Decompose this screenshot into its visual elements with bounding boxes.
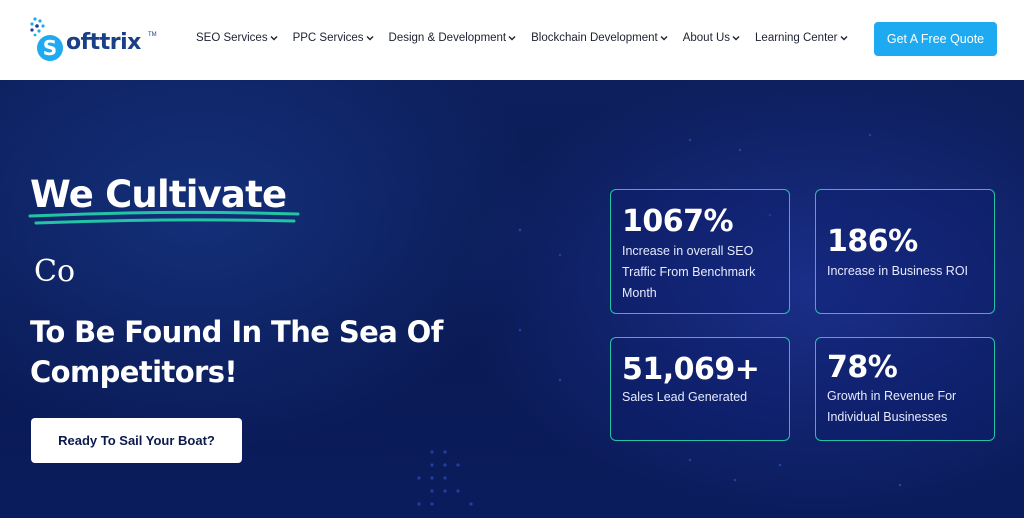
softtrix-logo[interactable]: S ofttrix TM	[28, 16, 158, 64]
chevron-down-icon	[732, 36, 740, 41]
nav-item-label: SEO Services	[196, 32, 268, 44]
logo-wordmark: ofttrix	[66, 30, 141, 55]
site-header: S ofttrix TM SEO Services PPC Services D…	[0, 0, 1024, 80]
nav-item-ppc-services[interactable]: PPC Services	[293, 32, 374, 44]
nav-item-label: About Us	[682, 32, 731, 44]
stat-description: Increase in Business ROI	[827, 264, 969, 278]
nav-item-label: Learning Center	[755, 32, 838, 44]
ready-to-sail-button[interactable]: Ready To Sail Your Boat?	[31, 418, 242, 463]
nav-item-blockchain-development[interactable]: Blockchain Development	[531, 32, 668, 44]
nav-item-design-development[interactable]: Design & Development	[389, 32, 517, 44]
nav-item-learning-center[interactable]: Learning Center	[755, 32, 848, 44]
hero-subhead-line-1: To Be Found In The Sea Of	[30, 315, 443, 349]
svg-text:S: S	[43, 36, 57, 60]
stat-description: Sales Lead Generated	[622, 390, 748, 404]
get-free-quote-button[interactable]: Get A Free Quote	[874, 22, 997, 56]
chevron-down-icon	[270, 36, 278, 41]
nav-item-seo-services[interactable]: SEO Services	[196, 32, 278, 44]
hero-typed-text: Co	[34, 254, 76, 289]
chevron-down-icon	[840, 36, 848, 41]
chevron-down-icon	[660, 36, 668, 41]
main-nav: SEO Services PPC Services Design & Devel…	[196, 32, 863, 44]
headline-underline-decoration	[28, 210, 300, 225]
stat-value: 78%	[827, 350, 898, 385]
stat-description: Increase in overall SEO Traffic From Ben…	[622, 244, 756, 300]
chevron-down-icon	[508, 36, 516, 41]
stat-value: 51,069+	[622, 352, 760, 387]
stat-card-revenue-growth: 78% Growth in Revenue For Individual Bus…	[815, 337, 995, 441]
hero-subhead-line-2: Competitors!	[30, 355, 238, 389]
stat-card-sales-leads: 51,069+ Sales Lead Generated	[610, 337, 790, 441]
nav-item-label: PPC Services	[292, 32, 364, 44]
stat-description: Growth in Revenue For Individual Busines…	[827, 389, 957, 424]
chevron-down-icon	[366, 36, 374, 41]
stat-value: 186%	[827, 224, 918, 259]
stat-value: 1067%	[622, 204, 734, 239]
nav-item-about-us[interactable]: About Us	[683, 32, 740, 44]
logo-mark-icon: S	[30, 17, 63, 61]
stat-card-business-roi: 186% Increase in Business ROI	[815, 189, 995, 314]
stat-card-seo-traffic: 1067% Increase in overall SEO Traffic Fr…	[610, 189, 790, 314]
nav-item-label: Design & Development	[388, 32, 507, 44]
hero-section: We Cultivate Co To Be Found In The Sea O…	[0, 80, 1024, 518]
nav-item-label: Blockchain Development	[531, 32, 658, 44]
logo-trademark: TM	[148, 32, 157, 38]
hero-subhead: To Be Found In The Sea Of Competitors!	[30, 312, 490, 392]
